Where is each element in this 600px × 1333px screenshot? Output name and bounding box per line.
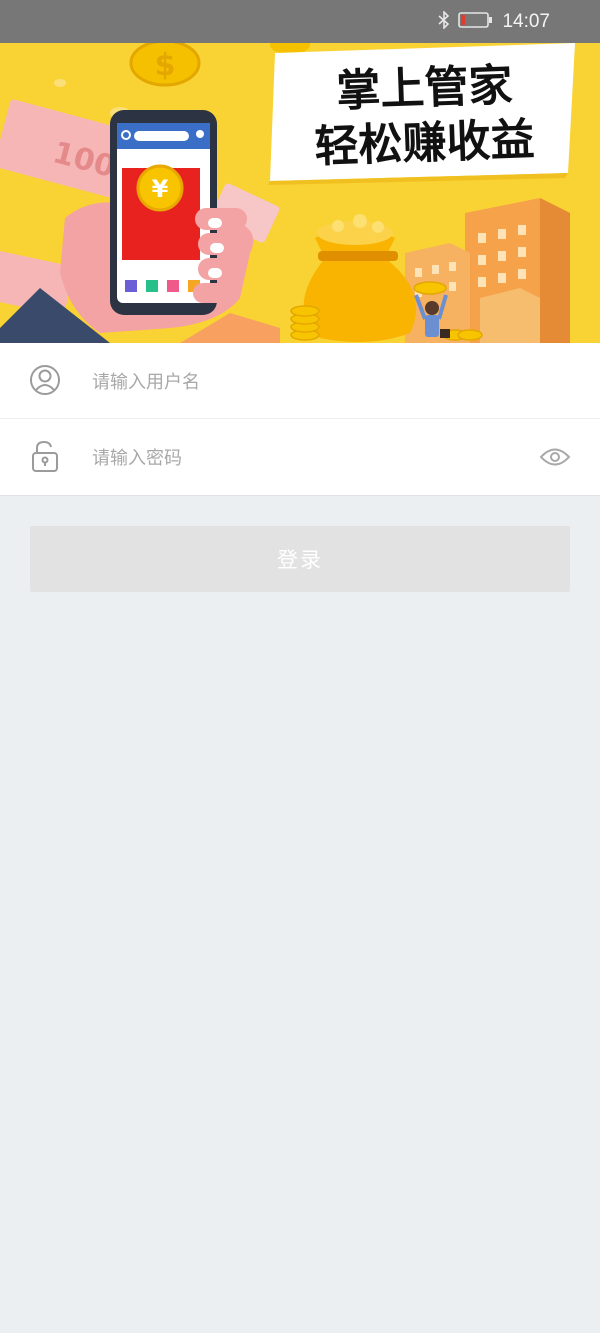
user-icon [29,363,61,397]
unlock-icon [29,439,61,473]
promo-banner: $ 100 ¥ 掌上管家 轻松赚收益 [0,43,600,343]
dollar-coin-icon: $ [129,43,201,87]
login-button[interactable]: 登录 [30,526,570,592]
password-row [0,419,600,494]
yuan-coin-icon: ¥ [136,164,184,212]
banner-headline-line2: 轻松赚收益 [314,114,536,173]
battery-low-icon [458,11,494,33]
username-input[interactable] [90,361,524,403]
login-form [0,343,600,496]
banner-headline-line1: 掌上管家 [336,60,514,117]
eye-icon[interactable] [539,446,571,468]
password-input[interactable] [90,437,524,479]
dollar-symbol: $ [155,48,176,83]
status-bar: 14:07 [0,0,600,43]
bluetooth-icon [438,9,450,33]
username-row [0,343,600,419]
yuan-symbol: ¥ [152,175,169,203]
status-icons: 14:07 [438,0,550,43]
status-time: 14:07 [502,10,550,32]
